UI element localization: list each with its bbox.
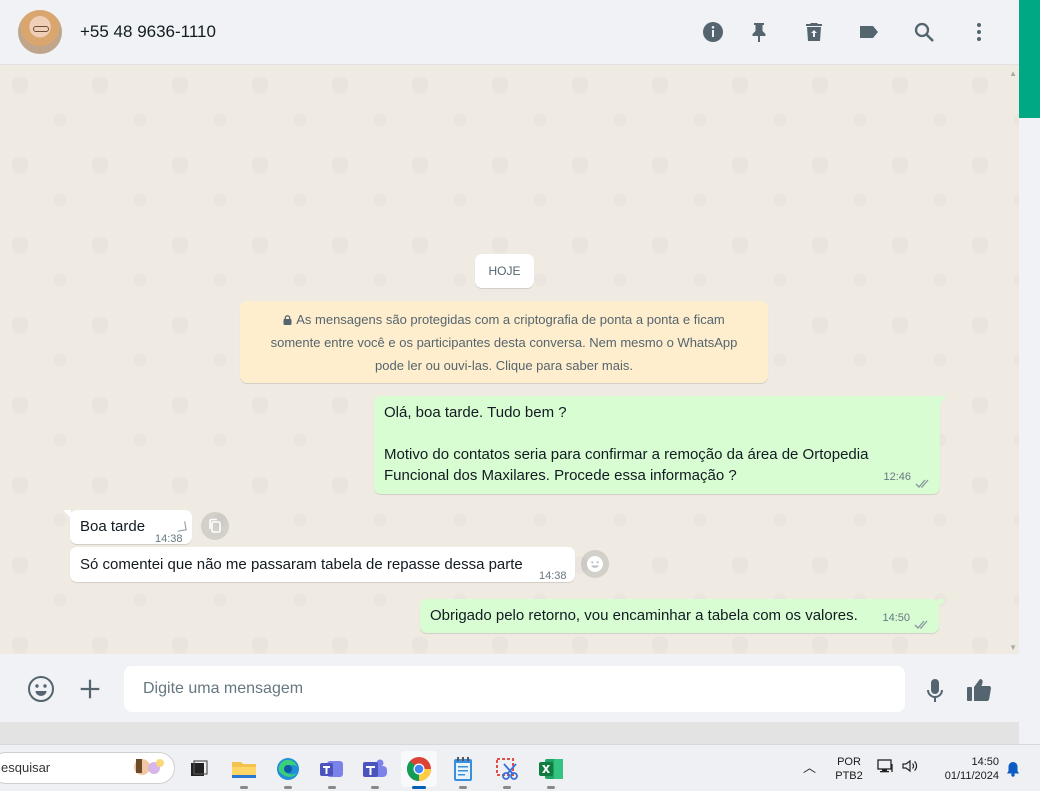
window-edge-strip bbox=[1019, 0, 1040, 744]
scroll-down-icon[interactable]: ▼ bbox=[1009, 643, 1017, 652]
taskbar-search-text: esquisar bbox=[1, 760, 51, 775]
message-text-line: Funcional dos Maxilares. Procede essa in… bbox=[384, 467, 737, 484]
taskbar-indicator bbox=[459, 786, 467, 789]
keyboard-layout: PTB2 bbox=[835, 770, 863, 782]
taskbar-indicator bbox=[412, 786, 426, 789]
notepad-icon[interactable] bbox=[445, 751, 481, 789]
message-text-line: Motivo do contatos seria para confirmar … bbox=[384, 446, 869, 463]
teams-icon[interactable] bbox=[314, 751, 350, 789]
message-time: 14:38 bbox=[539, 570, 567, 582]
accent-bar bbox=[1019, 0, 1040, 118]
clock[interactable]: 14:50 01/11/2024 bbox=[933, 755, 999, 783]
plus-icon[interactable] bbox=[76, 675, 104, 703]
encryption-text-1: As mensagens são protegidas com a cripto… bbox=[296, 312, 725, 327]
message-input[interactable] bbox=[124, 666, 905, 712]
taskbar-indicator bbox=[371, 786, 379, 789]
chat-panel[interactable]: ▲ ▼ HOJE As mensagens são protegidas com… bbox=[0, 65, 1019, 654]
bubble-tail bbox=[939, 396, 947, 404]
search-icon[interactable] bbox=[912, 20, 936, 44]
date-chip: HOJE bbox=[475, 254, 534, 288]
double-check-icon bbox=[914, 615, 930, 629]
copy-icon[interactable] bbox=[201, 512, 229, 540]
encryption-line-2: somente entre você e os participantes de… bbox=[270, 335, 738, 350]
contact-avatar[interactable] bbox=[18, 10, 62, 54]
message-text: Obrigado pelo retorno, vou encaminhar a … bbox=[430, 607, 858, 624]
network-icon[interactable] bbox=[877, 758, 895, 778]
message-time: 14:50 bbox=[882, 612, 910, 624]
whatsapp-window: +55 48 9636-1110 ▲ ▼ HOJE As mensagens s… bbox=[0, 0, 1019, 722]
message-menu-chevron-icon[interactable] bbox=[176, 521, 187, 532]
chrome-icon[interactable] bbox=[401, 751, 437, 789]
incoming-message[interactable]: Boa tarde 14:38 bbox=[63, 510, 192, 545]
tray-chevron-icon[interactable]: ︿ bbox=[803, 761, 816, 775]
taskbar-indicator bbox=[284, 786, 292, 789]
scroll-up-icon[interactable]: ▲ bbox=[1009, 69, 1017, 78]
encryption-line-1: As mensagens são protegidas com a cripto… bbox=[240, 308, 768, 331]
incoming-message[interactable]: Só comentei que não me passaram tabela d… bbox=[70, 547, 575, 582]
encryption-line-3: pode ler ou ouvi-las. Clique para saber … bbox=[375, 358, 633, 373]
thumbs-up-icon[interactable] bbox=[965, 676, 993, 704]
pin-icon[interactable] bbox=[747, 20, 771, 44]
chat-header: +55 48 9636-1110 bbox=[0, 0, 1019, 65]
excel-icon[interactable] bbox=[533, 751, 569, 789]
outgoing-message[interactable]: Olá, boa tarde. Tudo bem ? Motivo do con… bbox=[374, 396, 947, 494]
clock-date: 01/11/2024 bbox=[944, 770, 999, 782]
edge-icon[interactable] bbox=[270, 751, 306, 789]
mic-icon[interactable] bbox=[921, 676, 949, 704]
contact-name[interactable]: +55 48 9636-1110 bbox=[80, 22, 216, 42]
teams-classic-icon[interactable] bbox=[357, 751, 393, 789]
bubble-tail bbox=[938, 599, 946, 607]
taskbar-indicator bbox=[547, 786, 555, 789]
encryption-notice[interactable]: As mensagens são protegidas com a cripto… bbox=[240, 301, 768, 383]
clock-time: 14:50 bbox=[971, 756, 999, 768]
file-explorer-icon[interactable] bbox=[226, 751, 262, 789]
snipping-tool-icon[interactable] bbox=[489, 751, 525, 789]
notification-bell-icon[interactable] bbox=[1006, 761, 1020, 781]
taskbar-indicator bbox=[503, 786, 511, 789]
taskbar-indicator bbox=[328, 786, 336, 789]
double-check-icon bbox=[915, 474, 931, 488]
lock-icon bbox=[283, 315, 292, 325]
volume-icon[interactable] bbox=[901, 758, 919, 778]
menu-icon[interactable] bbox=[967, 20, 991, 44]
task-view-icon[interactable] bbox=[181, 751, 217, 787]
label-icon[interactable] bbox=[857, 20, 881, 44]
message-composer bbox=[0, 654, 1019, 722]
language-indicator[interactable]: POR PTB2 bbox=[832, 755, 866, 783]
bubble-tail bbox=[63, 510, 71, 518]
outgoing-message[interactable]: Obrigado pelo retorno, vou encaminhar a … bbox=[420, 599, 946, 633]
windows-taskbar: esquisar ︿ POR PTB2 14:50 01/11/2024 bbox=[0, 744, 1040, 791]
language-code: POR bbox=[837, 756, 861, 768]
message-time: 12:46 bbox=[883, 471, 911, 483]
reaction-emoji-icon[interactable] bbox=[581, 550, 609, 578]
message-text: Só comentei que não me passaram tabela d… bbox=[80, 556, 523, 573]
taskbar-indicator bbox=[240, 786, 248, 789]
delete-icon[interactable] bbox=[802, 20, 826, 44]
emoji-icon[interactable] bbox=[27, 675, 55, 703]
message-text-line: Olá, boa tarde. Tudo bem ? bbox=[384, 404, 567, 421]
search-highlight-icon bbox=[134, 759, 164, 775]
info-icon[interactable] bbox=[701, 20, 725, 44]
